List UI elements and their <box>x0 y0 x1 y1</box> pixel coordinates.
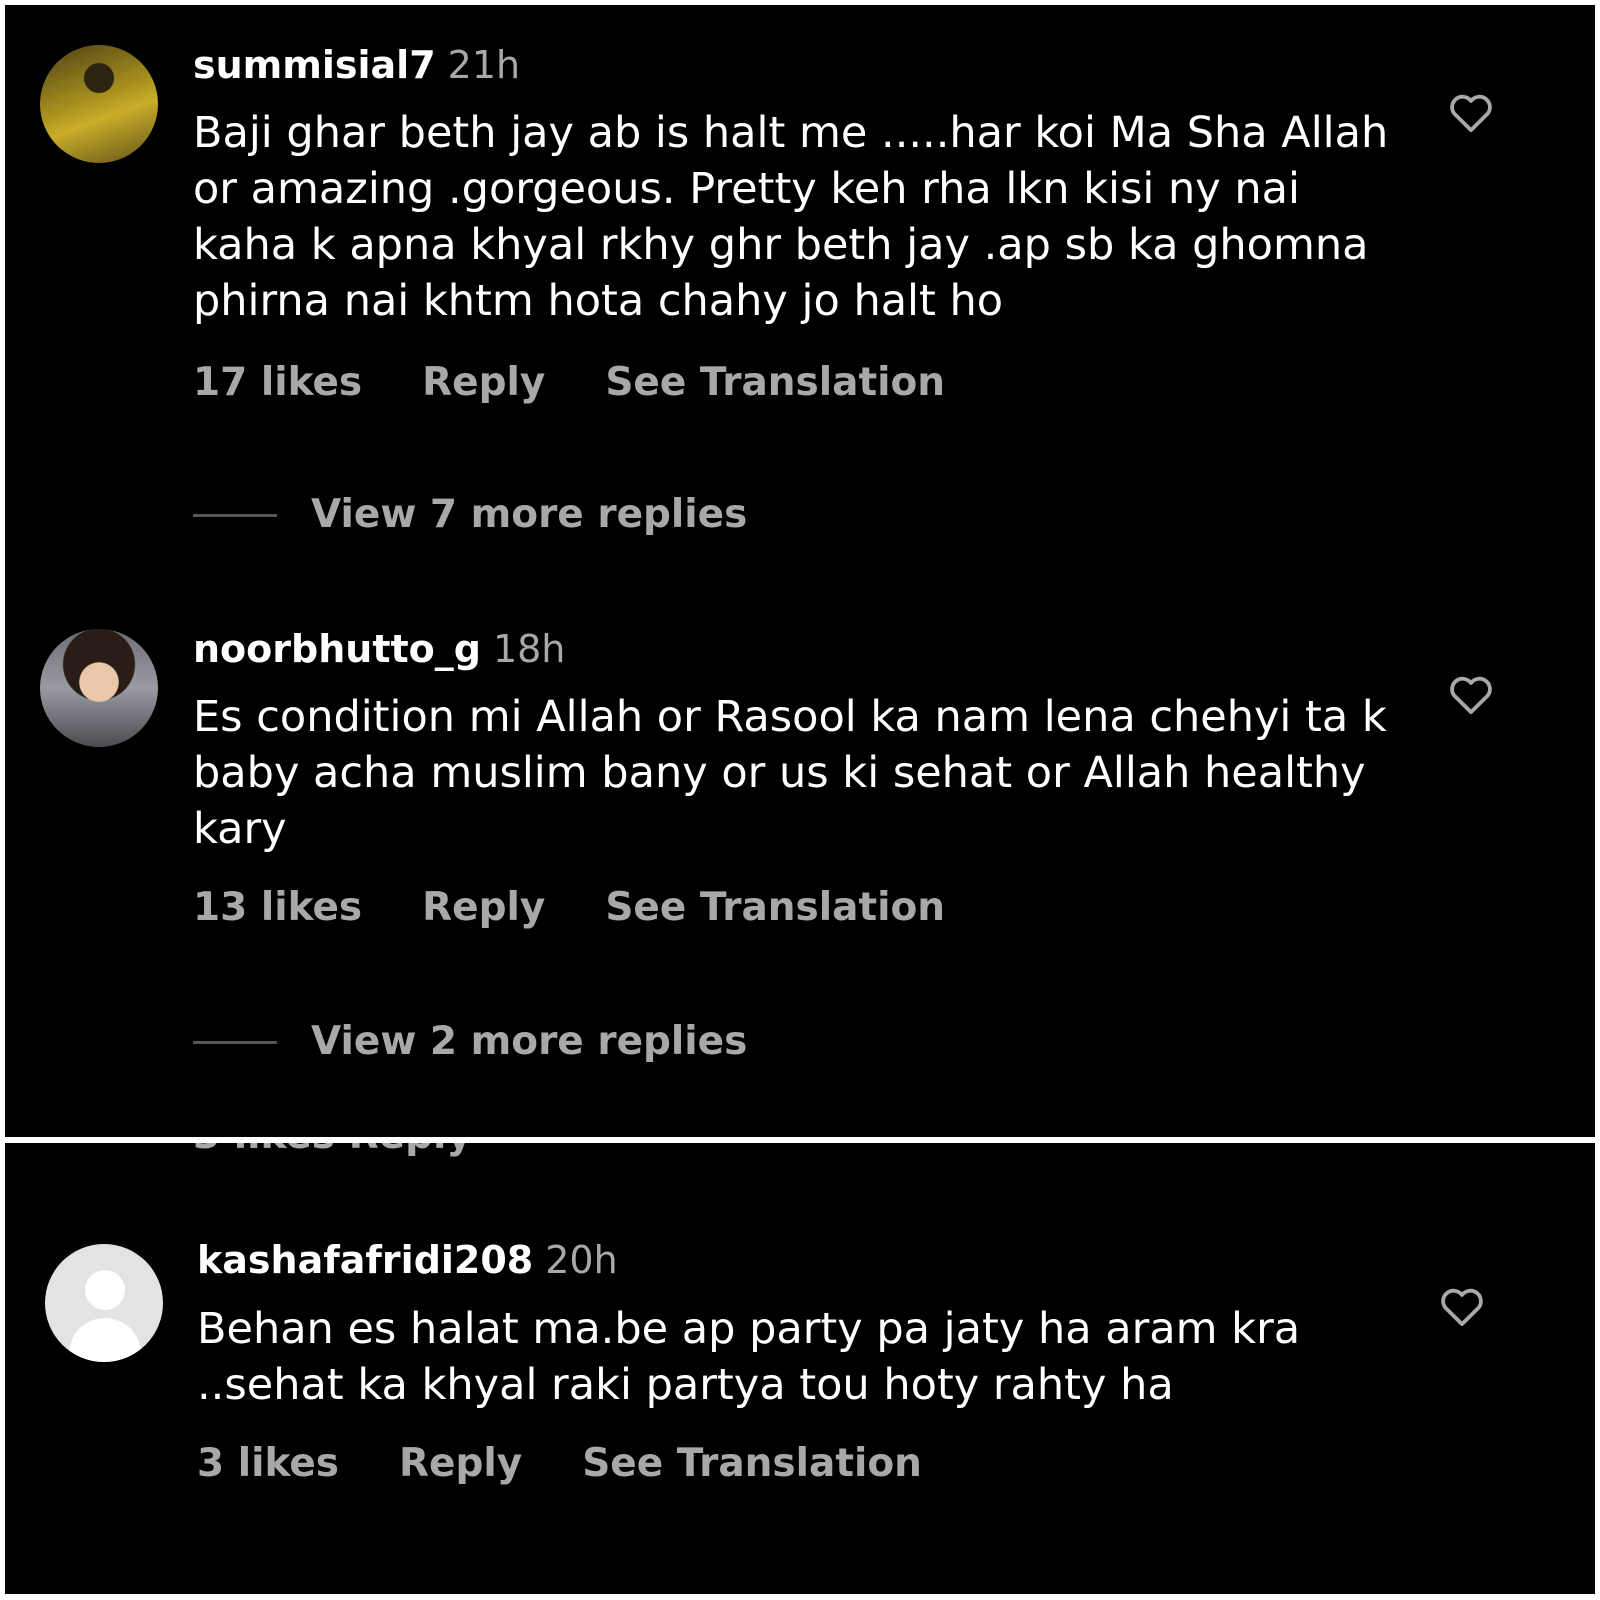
username[interactable]: kashafafridi208 <box>197 1238 533 1282</box>
likes-count[interactable]: 13 likes <box>193 885 362 930</box>
comments-panel-top: summisial7 21h Baji ghar beth jay ab is h… <box>5 5 1595 1137</box>
reply-button[interactable]: Reply <box>399 1441 522 1486</box>
comment-text: Behan es halat ma.be ap party pa jaty ha… <box>197 1304 1301 1410</box>
comment-actions: 13 likes Reply See Translation <box>193 885 1005 930</box>
cut-off-actions: 3 likes Reply <box>193 1143 472 1158</box>
comment-meta: noorbhutto_g 18h <box>193 627 565 671</box>
timestamp: 21h <box>447 43 521 87</box>
heart-icon[interactable] <box>1448 673 1494 715</box>
username[interactable]: noorbhutto_g <box>193 627 481 671</box>
username[interactable]: summisial7 <box>193 43 436 87</box>
reply-button[interactable]: Reply <box>422 885 545 930</box>
timestamp: 18h <box>492 627 566 671</box>
likes-count[interactable]: 17 likes <box>193 360 362 405</box>
likes-count[interactable]: 3 likes <box>197 1441 339 1486</box>
replies-divider <box>193 1041 277 1044</box>
timestamp: 20h <box>545 1238 618 1282</box>
comment-actions: 17 likes Reply See Translation <box>193 360 1005 405</box>
see-translation-button[interactable]: See Translation <box>605 885 945 930</box>
comments-panel-bottom: 3 likes Reply kashafafridi208 20h Behan e… <box>5 1143 1595 1594</box>
replies-divider <box>193 514 277 517</box>
reply-button[interactable]: Reply <box>422 360 545 405</box>
comment-text: Baji ghar beth jay ab is halt me .....ha… <box>193 108 1389 326</box>
comment-actions: 3 likes Reply See Translation <box>197 1441 982 1486</box>
view-replies-label: View 2 more replies <box>311 1019 748 1064</box>
user-silhouette-body <box>69 1318 141 1362</box>
avatar[interactable] <box>40 629 158 747</box>
heart-icon[interactable] <box>1439 1285 1485 1327</box>
default-avatar[interactable] <box>45 1244 163 1362</box>
comment-meta: kashafafridi208 20h <box>197 1238 618 1282</box>
avatar[interactable] <box>40 45 158 163</box>
heart-icon[interactable] <box>1448 91 1494 133</box>
see-translation-button[interactable]: See Translation <box>582 1441 922 1486</box>
comment-text: Es condition mi Allah or Rasool ka nam l… <box>193 692 1387 854</box>
comment-meta: summisial7 21h <box>193 43 520 87</box>
see-translation-button[interactable]: See Translation <box>605 360 945 405</box>
view-replies-label: View 7 more replies <box>311 492 748 537</box>
user-silhouette-icon <box>85 1270 125 1310</box>
